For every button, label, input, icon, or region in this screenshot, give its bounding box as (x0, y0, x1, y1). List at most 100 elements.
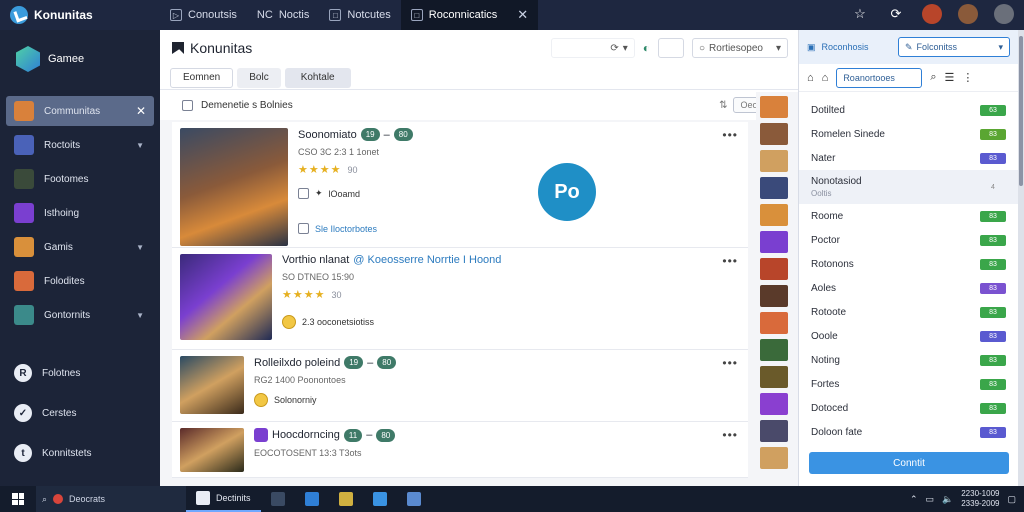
list-item[interactable]: Fortes 83 (799, 372, 1018, 396)
star-icon[interactable]: ☆ (850, 4, 870, 24)
game-thumb[interactable] (760, 366, 788, 388)
post-checkbox[interactable] (298, 188, 309, 199)
list-item[interactable]: Dotoced 83 (799, 396, 1018, 420)
game-thumb[interactable] (760, 177, 788, 199)
tab-notcutes[interactable]: □ Notcutes (319, 0, 400, 30)
list-item[interactable]: Romelen Sinede 83 (799, 122, 1018, 146)
list-item-selected[interactable]: Nonotasiod Ooltis 4 (799, 170, 1018, 204)
sidebar-item-gontornits[interactable]: Gontornits ▼ (6, 300, 154, 330)
game-thumb[interactable] (760, 420, 788, 442)
sidebar-item-communitas[interactable]: Communitas ✕ (6, 96, 154, 126)
list-item[interactable]: Nater 83 (799, 146, 1018, 170)
rating-stars-glyphs: ★★★★ (282, 289, 326, 301)
start-button[interactable] (0, 493, 36, 505)
avatar-icon[interactable] (922, 4, 942, 24)
pin-icon[interactable]: ◐ (643, 41, 650, 55)
header-select[interactable]: ○ Rortiesopeo ▾ (692, 38, 788, 58)
taskbar-app-dectinits[interactable]: Dectinits (186, 486, 261, 512)
bookmark-icon[interactable]: ⌂ (822, 72, 829, 84)
avatar-icon[interactable] (958, 4, 978, 24)
post-link[interactable]: @ Koeosserre Norrtie I Hoond (353, 254, 501, 266)
game-thumb[interactable] (760, 123, 788, 145)
list-item[interactable]: Roome 83 (799, 204, 1018, 228)
search-icon[interactable]: ⌕ (930, 71, 936, 84)
game-thumb[interactable] (760, 150, 788, 172)
subtab-bolc[interactable]: Bolc (237, 67, 281, 88)
network-icon[interactable]: ▭ (925, 494, 934, 505)
sidebar-item-gamis[interactable]: Gamis ▼ (6, 232, 154, 262)
subtab-eomnen[interactable]: Eomnen (170, 67, 234, 88)
right-panel-select[interactable]: ✎ Folconitss ▾ (898, 37, 1010, 57)
refresh-icon[interactable]: ⟳ (886, 4, 906, 24)
list-item[interactable]: Rotoote 83 (799, 300, 1018, 324)
clock[interactable]: 2230-1009 2339-2009 (961, 489, 999, 509)
circle-icon: ○ (699, 42, 706, 54)
more-options-icon[interactable]: ••• (722, 128, 738, 142)
sidebar-item-roctoits[interactable]: Roctoits ▼ (6, 130, 154, 160)
list-item[interactable]: Rotonons 83 (799, 252, 1018, 276)
list-item[interactable]: Dotilted 63 (799, 98, 1018, 122)
close-icon[interactable]: ✕ (517, 7, 528, 23)
scrollbar-thumb[interactable] (1019, 36, 1023, 186)
list-item[interactable]: Ooole 83 (799, 324, 1018, 348)
right-panel-cta-button[interactable]: Conntit (809, 452, 1009, 474)
taskbar-app[interactable] (363, 486, 397, 512)
game-thumb[interactable] (760, 312, 788, 334)
game-thumb[interactable] (760, 204, 788, 226)
list-icon[interactable]: ☰ (944, 71, 954, 84)
sidebar-item-footomes[interactable]: Footomes (6, 164, 154, 194)
right-panel-search[interactable]: Roanortooes (836, 67, 923, 88)
post-card[interactable]: Rolleilxdo poleind 19 – 80 RG2 1400 Poon… (172, 350, 748, 422)
sidebar-item-folodites[interactable]: Folodites (6, 266, 154, 296)
notification-icon[interactable]: ▢ (1007, 494, 1016, 505)
post-title-text: Soonomiato (298, 128, 357, 141)
header-pin-button[interactable] (658, 38, 684, 58)
list-item[interactable]: Aoles 83 (799, 276, 1018, 300)
tab-conoutsis[interactable]: ▷ Conoutsis (160, 0, 247, 30)
sidebar-item-folotnes[interactable]: R Folotnes (6, 356, 154, 390)
post-link[interactable]: Sle Iloctorbotes (315, 224, 377, 234)
sidebar-item-cerstes[interactable]: ✓ Cerstes (6, 396, 154, 430)
game-thumb[interactable] (760, 393, 788, 415)
more-options-icon[interactable]: ••• (722, 254, 738, 268)
avatar-icon[interactable] (994, 4, 1014, 24)
browser-icon (53, 494, 64, 504)
post-card[interactable]: Hoocdorncing 11 – 80 EOCOTOSENT 13:3 T3o… (172, 422, 748, 478)
sidebar-item-konnitstets[interactable]: t Konnitstets (6, 436, 154, 470)
game-thumb[interactable] (760, 231, 788, 253)
taskbar-app[interactable] (295, 486, 329, 512)
sidebar-item-isthoing[interactable]: Isthoing (6, 198, 154, 228)
list-item[interactable]: Noting 83 (799, 348, 1018, 372)
game-thumb[interactable] (760, 258, 788, 280)
taskbar-app[interactable] (261, 486, 295, 512)
panel-icon: ▣ (807, 41, 816, 52)
taskbar-app[interactable] (397, 486, 431, 512)
filter-checkbox[interactable] (182, 99, 193, 111)
game-thumb[interactable] (760, 96, 788, 118)
more-options-icon[interactable]: ••• (722, 428, 738, 442)
list-item[interactable]: Doloon fate 83 (799, 420, 1018, 444)
game-thumb[interactable] (760, 285, 788, 307)
header-search-field[interactable]: ⟳ ▾ (550, 38, 635, 58)
close-icon[interactable]: ✕ (136, 104, 146, 118)
tab-roconnicatics[interactable]: □ Roconnicatics ✕ (400, 0, 539, 30)
scrollbar[interactable] (1018, 30, 1024, 486)
taskbar-search[interactable]: ⌕ Deocrats (36, 486, 186, 512)
app-badge-icon[interactable]: Po (538, 163, 596, 221)
post-checkbox[interactable] (298, 223, 309, 234)
subtab-kohtale[interactable]: Kohtale (284, 67, 351, 88)
home-icon[interactable]: ⌂ (807, 72, 814, 84)
post-card[interactable]: Vorthio nlanat @ Koeosserre Norrtie I Ho… (172, 248, 748, 350)
post-card[interactable]: Soonomiato 19 – 80 CSO 3C 2:3 1 1onet ★★… (172, 122, 748, 248)
game-thumb[interactable] (760, 447, 788, 469)
sidebar-logo-label: Gamee (48, 53, 85, 65)
sort-icon[interactable]: ⇅ (719, 100, 727, 111)
game-thumb[interactable] (760, 339, 788, 361)
more-options-icon[interactable]: ••• (722, 356, 738, 370)
volume-icon[interactable]: 🔈 (942, 494, 953, 505)
more-vertical-icon[interactable]: ⋮ (962, 71, 973, 84)
list-item[interactable]: Poctor 83 (799, 228, 1018, 252)
chevron-up-icon[interactable]: ⌃ (910, 494, 918, 505)
taskbar-app[interactable] (329, 486, 363, 512)
tab-noctis[interactable]: NC Noctis (247, 0, 319, 30)
